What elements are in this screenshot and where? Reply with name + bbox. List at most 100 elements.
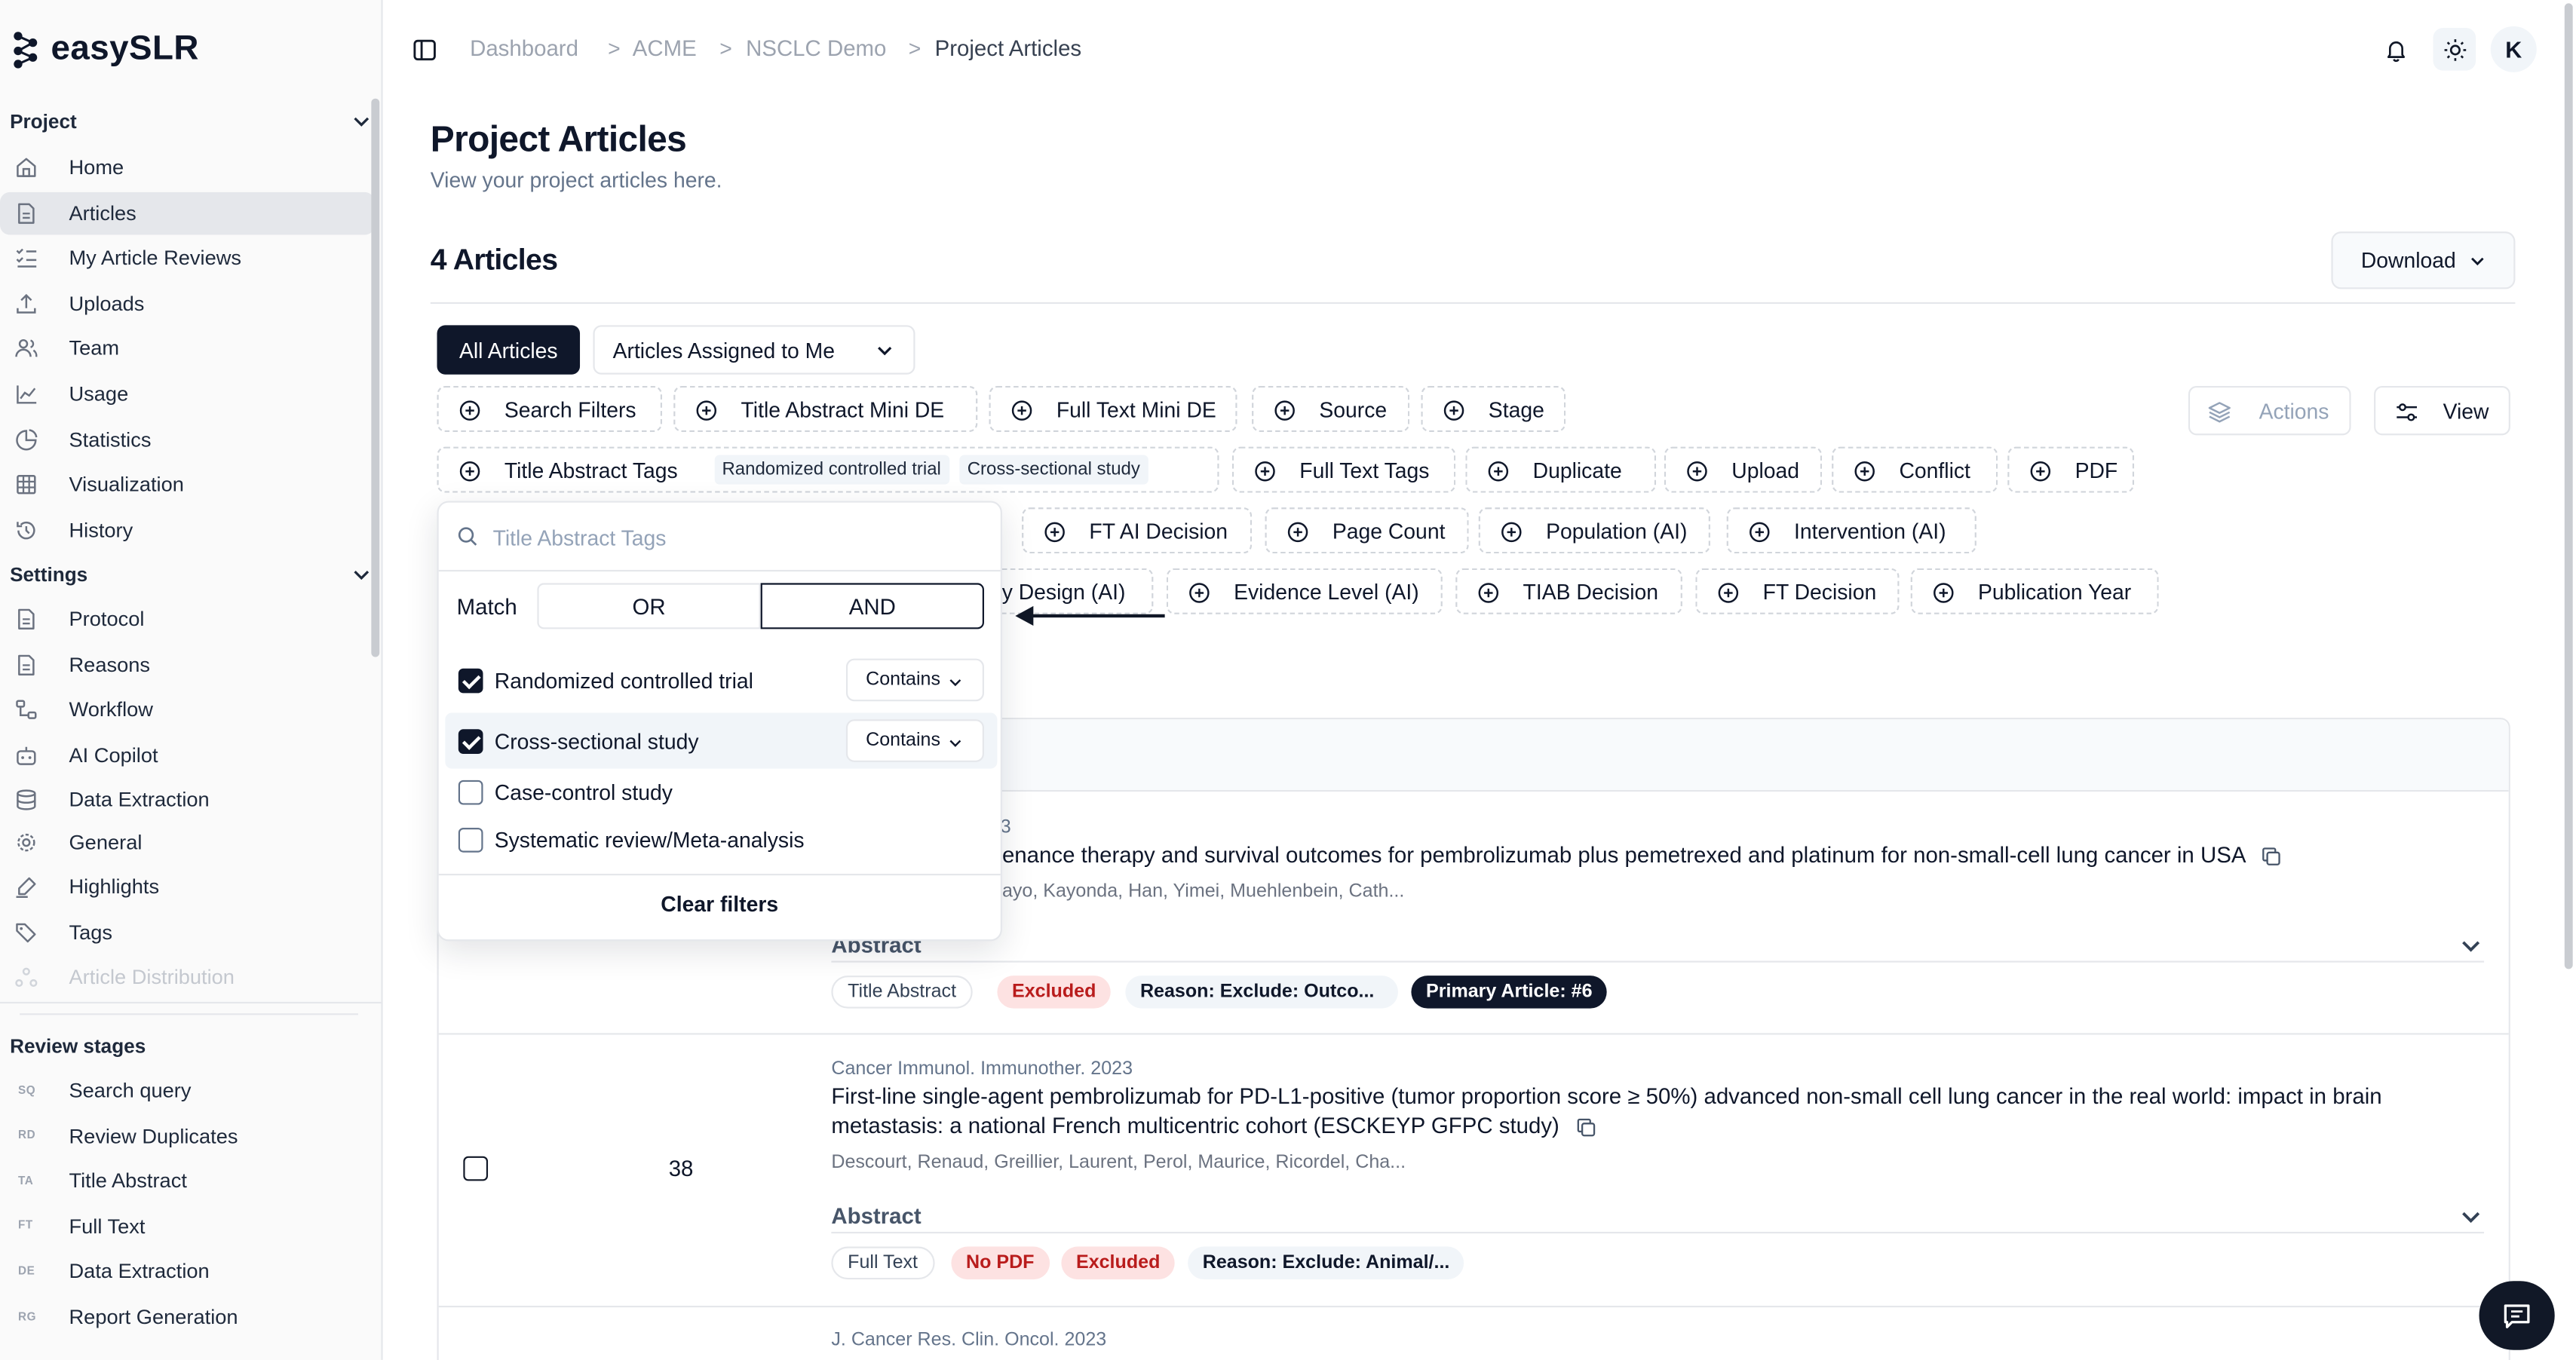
filter-chip-source[interactable]: Source bbox=[1252, 385, 1410, 432]
sidebar-item-article-distribution[interactable]: Article Distribution bbox=[0, 956, 375, 999]
bell-icon[interactable] bbox=[2374, 28, 2417, 71]
review-stage-review-duplicates[interactable]: RD Review Duplicates bbox=[0, 1114, 375, 1157]
article-title[interactable]: First-line single-agent pembrolizumab fo… bbox=[831, 1083, 2381, 1112]
review-stage-report-generation[interactable]: RG Report Generation bbox=[0, 1296, 375, 1339]
tab-all-articles[interactable]: All Articles bbox=[437, 325, 581, 375]
article-title[interactable]: enance therapy and survival outcomes for… bbox=[1002, 841, 2282, 870]
filter-chip-upload[interactable]: Upload bbox=[1664, 446, 1823, 493]
breadcrumb-dashboard[interactable]: Dashboard bbox=[470, 36, 578, 61]
sidebar-item-uploads[interactable]: Uploads bbox=[0, 282, 375, 325]
filter-chip-page-count[interactable]: Page Count bbox=[1265, 507, 1469, 554]
review-stage-data-extraction[interactable]: DE Data Extraction bbox=[0, 1251, 375, 1294]
filter-chip-full-text-mini-de[interactable]: Full Text Mini DE bbox=[989, 385, 1237, 432]
sidebar-item-reasons[interactable]: Reasons bbox=[0, 644, 375, 687]
plus-circle-icon bbox=[1501, 522, 1522, 543]
sidebar-item-protocol[interactable]: Protocol bbox=[0, 598, 375, 641]
filter-chip-label: Duplicate bbox=[1532, 457, 1622, 482]
sidebar-item-statistics[interactable]: Statistics bbox=[0, 418, 375, 461]
filter-chip-publication-year[interactable]: Publication Year bbox=[1910, 568, 2159, 614]
chevron-down-icon[interactable] bbox=[2459, 1205, 2482, 1229]
contains-select[interactable]: Contains bbox=[845, 719, 984, 762]
tag-checkbox[interactable] bbox=[458, 828, 483, 853]
filter-chip-label: Source bbox=[1319, 397, 1388, 421]
sidebar-item-data-extraction[interactable]: Data Extraction bbox=[0, 779, 375, 822]
filter-chip-pdf[interactable]: PDF bbox=[2007, 446, 2135, 493]
history-icon bbox=[17, 521, 35, 539]
tag-option[interactable]: Systematic review/Meta-analysis bbox=[445, 816, 997, 864]
view-button[interactable]: View bbox=[2374, 385, 2510, 436]
filter-chip-title-abstract-mini-de[interactable]: Title Abstract Mini DE bbox=[673, 385, 978, 432]
filter-chip-stage[interactable]: Stage bbox=[1421, 385, 1566, 432]
stage-abbr: DE bbox=[17, 1266, 35, 1278]
logo[interactable]: easySLR bbox=[11, 26, 199, 72]
filter-chip-title-abstract-tags[interactable]: Title Abstract Tags Randomized controlled… bbox=[437, 446, 1219, 493]
sidebar-item-home[interactable]: Home bbox=[0, 146, 375, 189]
filter-chip-search-filters[interactable]: Search Filters bbox=[437, 385, 662, 432]
main-scrollbar[interactable] bbox=[2564, 3, 2573, 969]
sidebar-item-workflow[interactable]: Workflow bbox=[0, 688, 375, 731]
chevron-down-icon[interactable] bbox=[2459, 935, 2482, 958]
settings-section-header[interactable]: Settings bbox=[10, 557, 371, 593]
grid-icon bbox=[17, 475, 36, 495]
avatar[interactable]: K bbox=[2490, 26, 2537, 72]
filter-chip-full-text-tags[interactable]: Full Text Tags bbox=[1231, 446, 1456, 493]
sidebar-item-tags[interactable]: Tags bbox=[0, 911, 375, 954]
chat-button[interactable] bbox=[2479, 1281, 2555, 1350]
tag-checkbox[interactable] bbox=[458, 780, 483, 805]
tag-checkbox[interactable] bbox=[458, 667, 483, 693]
plus-circle-icon bbox=[1854, 461, 1875, 482]
filter-chip-evidence-level-ai-[interactable]: Evidence Level (AI) bbox=[1166, 568, 1443, 614]
clear-filters-button[interactable]: Clear filters bbox=[439, 892, 1001, 917]
filter-chip-conflict[interactable]: Conflict bbox=[1832, 446, 1998, 493]
sun-icon[interactable] bbox=[2433, 28, 2476, 71]
stage-badge: Full Text bbox=[831, 1246, 934, 1280]
sidebar-item-usage[interactable]: Usage bbox=[0, 373, 375, 416]
primary-article-badge[interactable]: Primary Article: #6 bbox=[1411, 976, 1608, 1009]
chevron-down-icon bbox=[2470, 256, 2484, 265]
sidebar-item-team[interactable]: Team bbox=[0, 327, 375, 370]
match-and-button[interactable]: AND bbox=[760, 583, 984, 629]
abstract-toggle[interactable]: Abstract bbox=[831, 1204, 921, 1229]
filter-chip-ft-ai-decision[interactable]: FT AI Decision bbox=[1022, 507, 1253, 554]
tag-checkbox[interactable] bbox=[458, 728, 483, 753]
filter-chip-population-ai-[interactable]: Population (AI) bbox=[1478, 507, 1710, 554]
plus-circle-icon bbox=[1443, 400, 1464, 421]
download-button[interactable]: Download bbox=[2331, 231, 2516, 289]
sidebar-item-articles[interactable]: Articles bbox=[0, 191, 375, 234]
sidebar-item-history[interactable]: History bbox=[0, 509, 375, 552]
breadcrumb-project[interactable]: NSCLC Demo bbox=[746, 36, 886, 61]
sidebar-item-ai-copilot[interactable]: AI Copilot bbox=[0, 734, 375, 777]
filter-chip-intervention-ai-[interactable]: Intervention (AI) bbox=[1726, 507, 1976, 554]
tag-search-input[interactable] bbox=[492, 520, 970, 554]
plus-circle-icon bbox=[1488, 461, 1509, 482]
article-title[interactable]: metastasis: a national French multicentr… bbox=[831, 1112, 1596, 1141]
copy-icon[interactable] bbox=[2261, 846, 2282, 867]
tab-assigned-to-me[interactable]: Articles Assigned to Me bbox=[593, 325, 915, 375]
sidebar-item-label: Articles bbox=[69, 201, 136, 225]
actions-button[interactable]: Actions bbox=[2188, 385, 2351, 436]
project-section-header[interactable]: Project bbox=[10, 103, 371, 139]
tag-option[interactable]: Cross-sectional study Contains bbox=[445, 712, 998, 769]
tag-option[interactable]: Case-control study bbox=[445, 769, 997, 816]
sidebar-item-my-article-reviews[interactable]: My Article Reviews bbox=[0, 237, 375, 280]
sidebar-scrollbar[interactable] bbox=[371, 98, 380, 657]
match-or-button[interactable]: OR bbox=[537, 583, 761, 629]
sidebar-item-label: Article Distribution bbox=[69, 966, 235, 989]
copy-icon[interactable] bbox=[1575, 1116, 1596, 1138]
sidebar-item-highlights[interactable]: Highlights bbox=[0, 865, 375, 908]
sidebar-toggle-icon[interactable] bbox=[403, 28, 446, 71]
review-stage-title-abstract[interactable]: TA Title Abstract bbox=[0, 1160, 375, 1203]
plus-circle-icon bbox=[1287, 522, 1308, 543]
breadcrumb-acme[interactable]: ACME bbox=[633, 36, 697, 61]
contains-select[interactable]: Contains bbox=[845, 658, 984, 702]
sidebar-item-general[interactable]: General bbox=[0, 821, 375, 864]
review-stage-search-query[interactable]: SQ Search query bbox=[0, 1069, 375, 1112]
filter-chip-duplicate[interactable]: Duplicate bbox=[1465, 446, 1657, 493]
row-checkbox[interactable] bbox=[463, 1156, 489, 1181]
filter-chip-tiab-decision[interactable]: TIAB Decision bbox=[1455, 568, 1682, 614]
article-number: 38 bbox=[668, 1156, 694, 1181]
filter-chip-ft-decision[interactable]: FT Decision bbox=[1695, 568, 1900, 614]
review-stage-full-text[interactable]: FT Full Text bbox=[0, 1205, 375, 1248]
tag-option[interactable]: Randomized controlled trial Contains bbox=[445, 652, 997, 708]
sidebar-item-visualization[interactable]: Visualization bbox=[0, 464, 375, 507]
